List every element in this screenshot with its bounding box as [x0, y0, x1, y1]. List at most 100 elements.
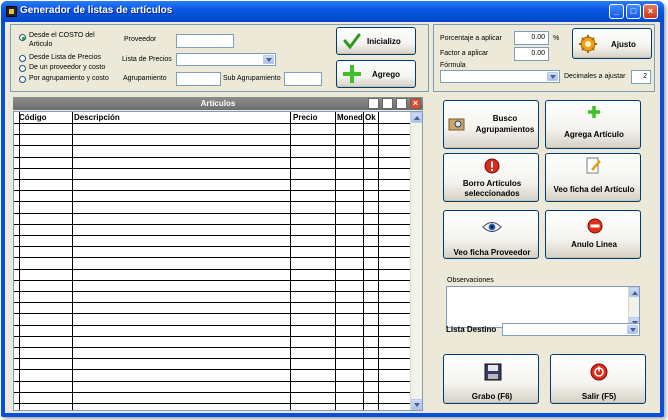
delete-icon[interactable]: ×: [410, 98, 421, 109]
table-icon[interactable]: [382, 98, 393, 109]
busco-agrupamientos-button[interactable]: Busco Agrupamientos: [443, 100, 539, 149]
grid-scrollbar[interactable]: [410, 112, 422, 410]
scroll-up-icon[interactable]: [629, 287, 639, 297]
radio-proveedor-costo-label: De un proveedor y costo: [29, 64, 106, 71]
agrega-articulo-button[interactable]: Agrega Artículo: [545, 100, 641, 149]
gear-icon: [579, 35, 597, 53]
table-row-line: [14, 168, 410, 169]
scroll-down-icon[interactable]: [411, 399, 422, 410]
observaciones-textarea[interactable]: [446, 286, 640, 328]
factor-input[interactable]: 0.00: [514, 47, 549, 61]
edit-icon[interactable]: [368, 98, 379, 109]
table-row-line: [14, 235, 410, 236]
table-row-line: [14, 358, 410, 359]
scroll-up-icon[interactable]: [411, 112, 422, 123]
table-row-line: [14, 145, 410, 146]
ajusto-button[interactable]: Ajusto: [572, 28, 652, 59]
anulo-linea-label: Anulo Linea: [571, 240, 617, 249]
salir-label: Salir (F5): [581, 392, 617, 401]
table-row-line: [14, 381, 410, 382]
minimize-button[interactable]: _: [609, 4, 624, 19]
table-row-line: [14, 347, 410, 348]
table-row-line: [14, 123, 410, 124]
lista-destino-select[interactable]: [502, 323, 640, 336]
client-area: Desde el COSTO del Articulo Desde Lista …: [5, 22, 660, 413]
error-icon: [484, 158, 500, 174]
chevron-down-icon[interactable]: [263, 55, 274, 64]
table-row-line: [14, 280, 410, 281]
col-codigo[interactable]: Código: [19, 112, 71, 123]
chevron-down-icon[interactable]: [627, 325, 638, 334]
window-title: Generador de listas de artículos: [20, 5, 173, 16]
col-moneda[interactable]: Moneda: [337, 112, 364, 123]
porcentaje-input[interactable]: 0.00: [514, 31, 549, 45]
export-icon[interactable]: [396, 98, 407, 109]
table-row-line: [14, 134, 410, 135]
formula-label: Fórmula: [440, 62, 466, 69]
table-row-line: [14, 302, 410, 303]
radio-desde-lista[interactable]: [19, 55, 26, 62]
agrupamiento-input[interactable]: [176, 72, 221, 86]
col-precio[interactable]: Precio: [293, 112, 333, 123]
chevron-down-icon[interactable]: [547, 72, 558, 81]
veo-ficha-articulo-button[interactable]: Veo ficha del Artículo: [545, 153, 641, 202]
table-row-line: [14, 179, 410, 180]
sub-agrupamiento-input[interactable]: [284, 72, 322, 86]
articulos-grid[interactable]: Código Descripción Precio Moneda Ok: [13, 111, 423, 411]
observaciones-scrollbar[interactable]: [628, 287, 639, 327]
table-row-line: [14, 325, 410, 326]
maximize-button[interactable]: □: [626, 4, 641, 19]
table-row-line: [14, 369, 410, 370]
grid-title-bar: Artículos ×: [13, 97, 423, 110]
app-icon: [6, 6, 17, 17]
table-row-line: [14, 313, 410, 314]
decimales-label: Decimales a ajustar: [564, 73, 626, 80]
radio-agrupamiento-costo[interactable]: [19, 76, 26, 83]
close-button[interactable]: ×: [643, 4, 658, 19]
veo-ficha-proveedor-button[interactable]: Veo ficha Proveedor: [443, 210, 539, 259]
inicializo-button[interactable]: Inicializo: [336, 27, 416, 55]
document-edit-icon: [586, 157, 601, 174]
radio-proveedor-costo[interactable]: [19, 65, 26, 72]
exit-icon: [590, 363, 608, 381]
col-ok[interactable]: Ok: [365, 112, 379, 123]
formula-select[interactable]: [440, 70, 560, 83]
table-row-line: [14, 403, 410, 404]
sub-agrupamiento-label: Sub Agrupamiento: [223, 75, 281, 82]
inicializo-label: Inicializo: [367, 37, 401, 46]
veo-ficha-articulo-label: Veo ficha del Artículo: [553, 185, 635, 194]
percent-symbol: %: [553, 35, 560, 42]
title-bar[interactable]: Generador de listas de artículos _ □ ×: [1, 1, 664, 22]
salir-button[interactable]: Salir (F5): [550, 354, 646, 404]
agrego-button[interactable]: Agrego: [336, 60, 416, 88]
decimales-input[interactable]: 2: [631, 70, 651, 84]
lista-precios-select[interactable]: [176, 53, 276, 66]
radio-desde-lista-label: Desde Lista de Precios: [29, 54, 101, 61]
source-panel: Desde el COSTO del Articulo Desde Lista …: [10, 24, 429, 92]
anulo-linea-button[interactable]: Anulo Linea: [545, 210, 641, 259]
porcentaje-label: Porcentaje a aplicar: [440, 35, 502, 42]
adjust-panel: Porcentaje a aplicar 0.00 % Factor a apl…: [433, 24, 655, 92]
grabo-button[interactable]: Grabo (F6): [443, 354, 539, 404]
table-row-line: [14, 336, 410, 337]
radio-desde-costo-label: Desde el COSTO del: [29, 32, 95, 39]
table-row-line: [14, 257, 410, 258]
table-row-line: [14, 291, 410, 292]
col-descripcion[interactable]: Descripción: [74, 112, 284, 123]
table-row-line: [14, 190, 410, 191]
table-row-line: [14, 201, 410, 202]
radio-desde-costo[interactable]: [19, 34, 26, 41]
grabo-label: Grabo (F6): [471, 392, 513, 401]
table-row-line: [14, 224, 410, 225]
table-row-line: [14, 157, 410, 158]
borro-articulos-button[interactable]: Borro Artículos seleccionados: [443, 153, 539, 202]
proveedor-input[interactable]: [176, 34, 234, 48]
check-icon: [343, 33, 361, 50]
observaciones-label: Observaciones: [447, 277, 494, 284]
stop-icon: [587, 218, 603, 234]
proveedor-label: Proveedor: [124, 36, 157, 43]
table-row-line: [14, 392, 410, 393]
busco-label-1: Busco: [492, 114, 518, 123]
grid-title: Artículos: [200, 99, 236, 108]
table-row-line: [14, 246, 410, 247]
